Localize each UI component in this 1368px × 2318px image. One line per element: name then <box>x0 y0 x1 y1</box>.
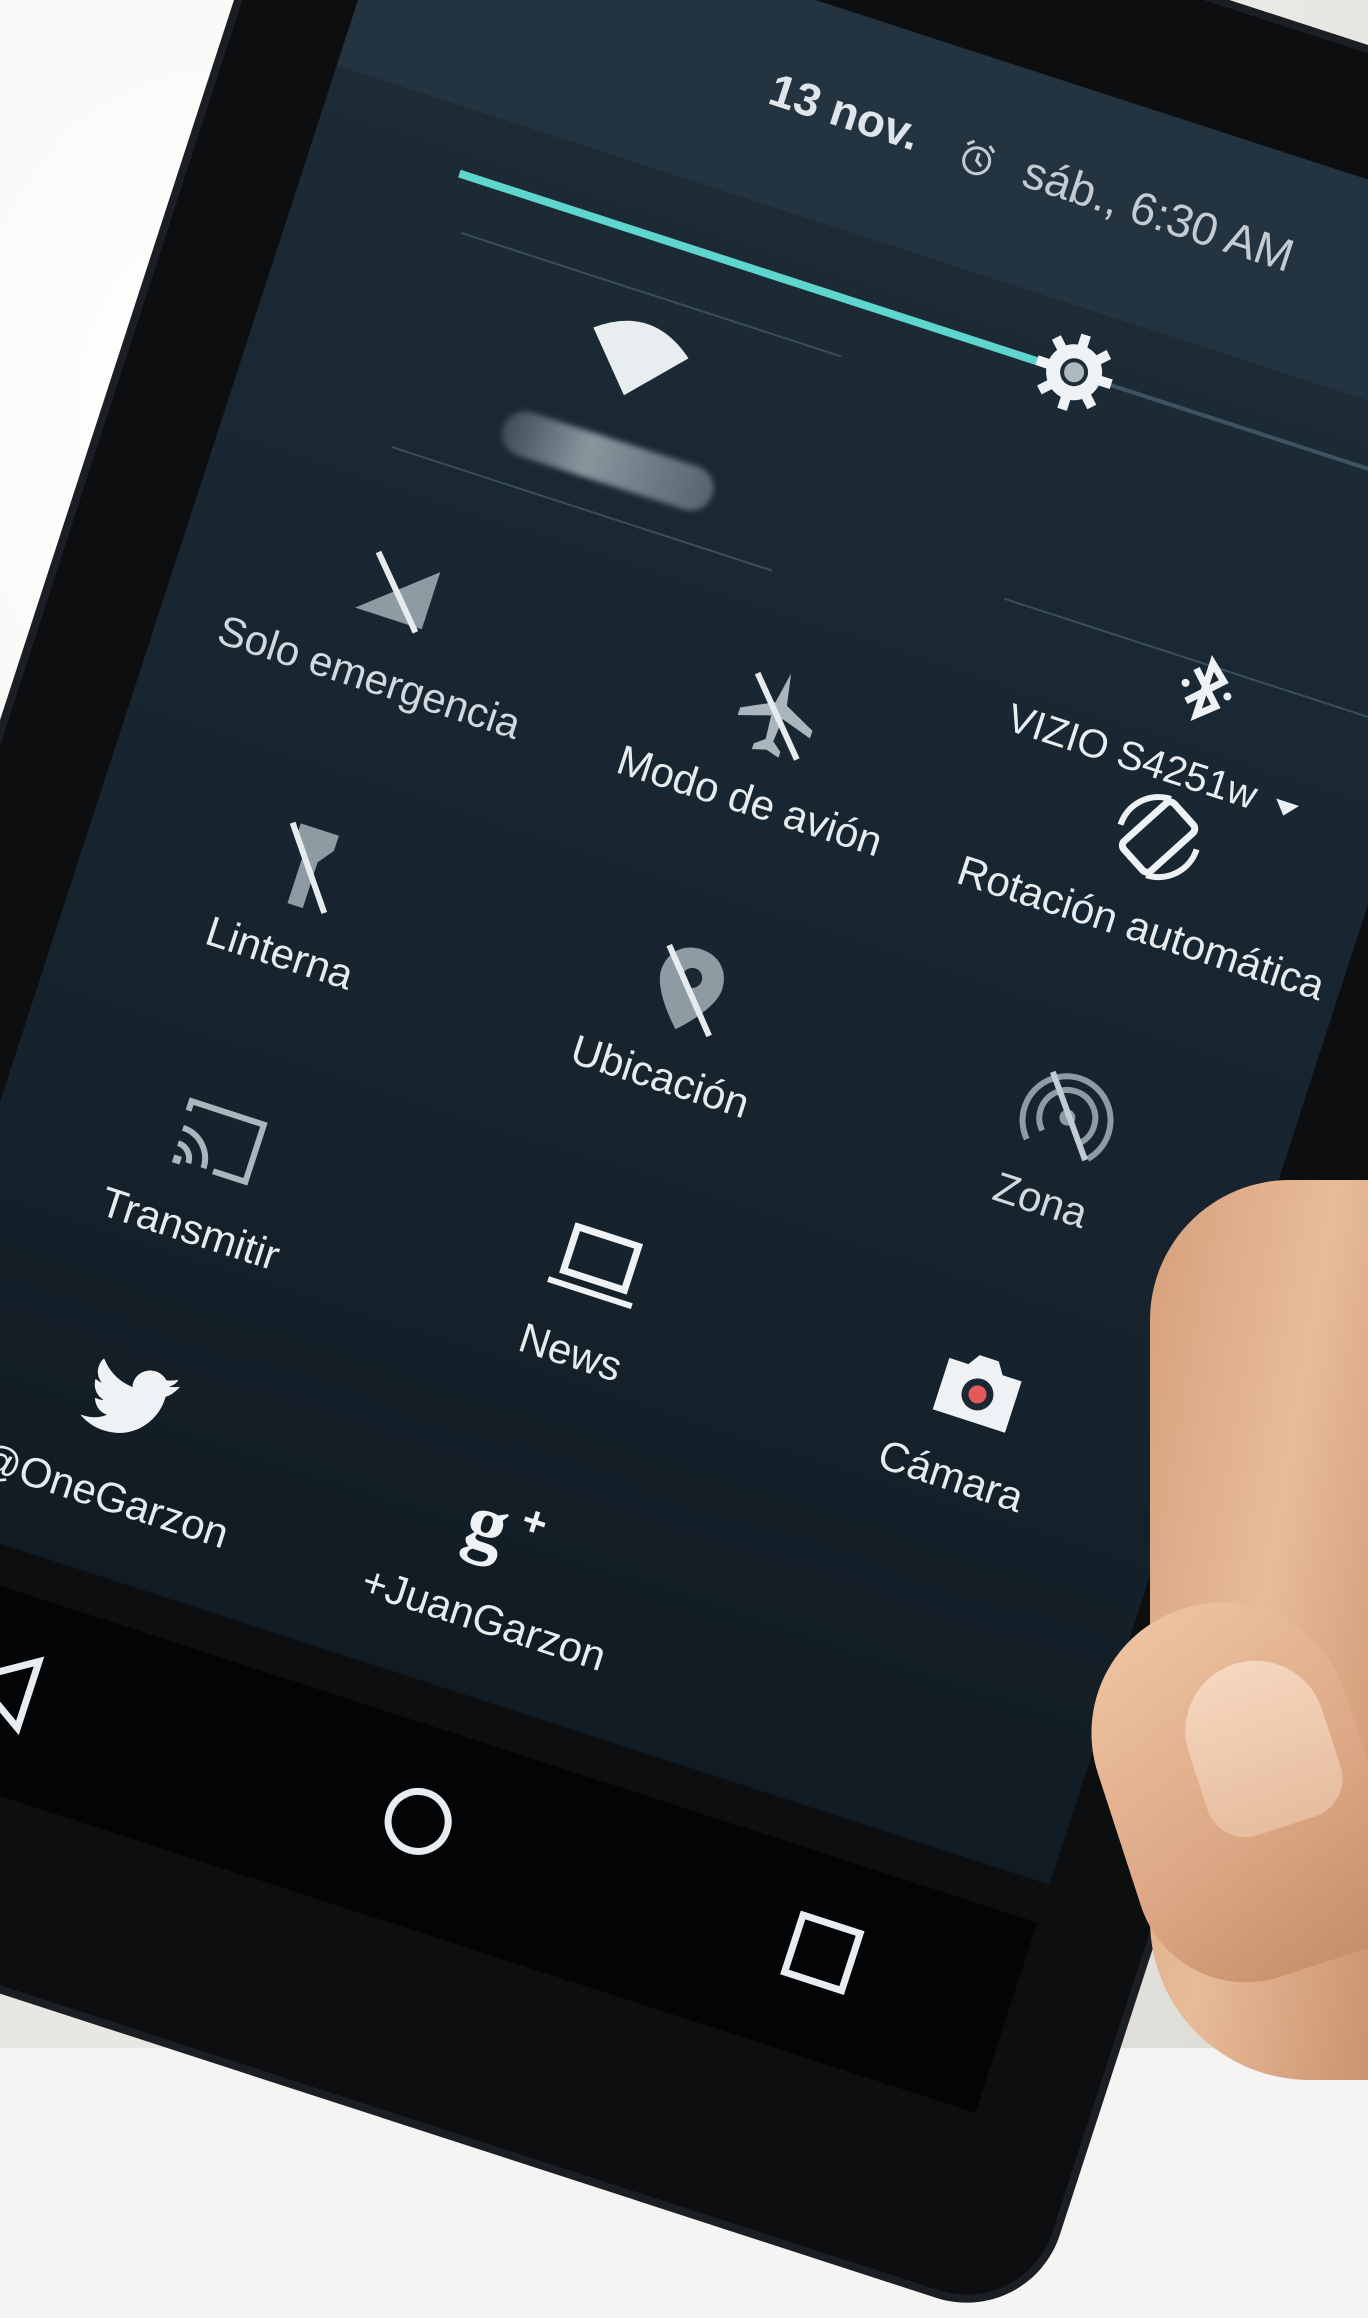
tile-camara[interactable]: Cámara <box>756 1286 1166 1606</box>
tile-twitter[interactable]: @OneGarzon <box>0 1305 319 1625</box>
laptop-icon <box>547 1222 644 1310</box>
google-plus-icon: g + <box>455 1475 554 1571</box>
location-off-icon <box>659 943 724 1038</box>
twitter-icon <box>80 1358 181 1433</box>
home-icon[interactable] <box>349 1752 488 1891</box>
hotspot-icon <box>1019 1070 1114 1162</box>
signal-off-icon <box>355 550 441 634</box>
tile-modo-avion[interactable]: Modo de avión <box>554 610 964 930</box>
tile-news[interactable]: News <box>375 1162 785 1482</box>
bluetooth-icon <box>1181 654 1232 721</box>
tile-linterna[interactable]: Linterna <box>84 762 494 1082</box>
camera-icon <box>932 1355 1022 1433</box>
cast-icon <box>171 1097 268 1186</box>
brightness-gear-icon[interactable] <box>1017 316 1130 429</box>
svg-text:+: + <box>516 1495 554 1547</box>
wifi-icon <box>593 320 689 396</box>
recents-icon[interactable] <box>753 1883 892 2022</box>
alarm-clock-icon <box>962 139 996 176</box>
flashlight-off-icon <box>287 821 339 914</box>
tile-ubicacion[interactable]: Ubicación <box>465 886 875 1206</box>
tile-transmitir[interactable]: Transmitir <box>0 1038 405 1358</box>
svg-text:g: g <box>455 1475 520 1571</box>
tile-solo-emergencia[interactable]: Solo emergencia <box>174 487 584 807</box>
chevron-down-icon[interactable] <box>1271 799 1300 820</box>
redacted-network-name <box>496 405 720 517</box>
back-icon[interactable] <box>0 1618 74 1757</box>
airplane-mode-icon <box>737 671 813 761</box>
